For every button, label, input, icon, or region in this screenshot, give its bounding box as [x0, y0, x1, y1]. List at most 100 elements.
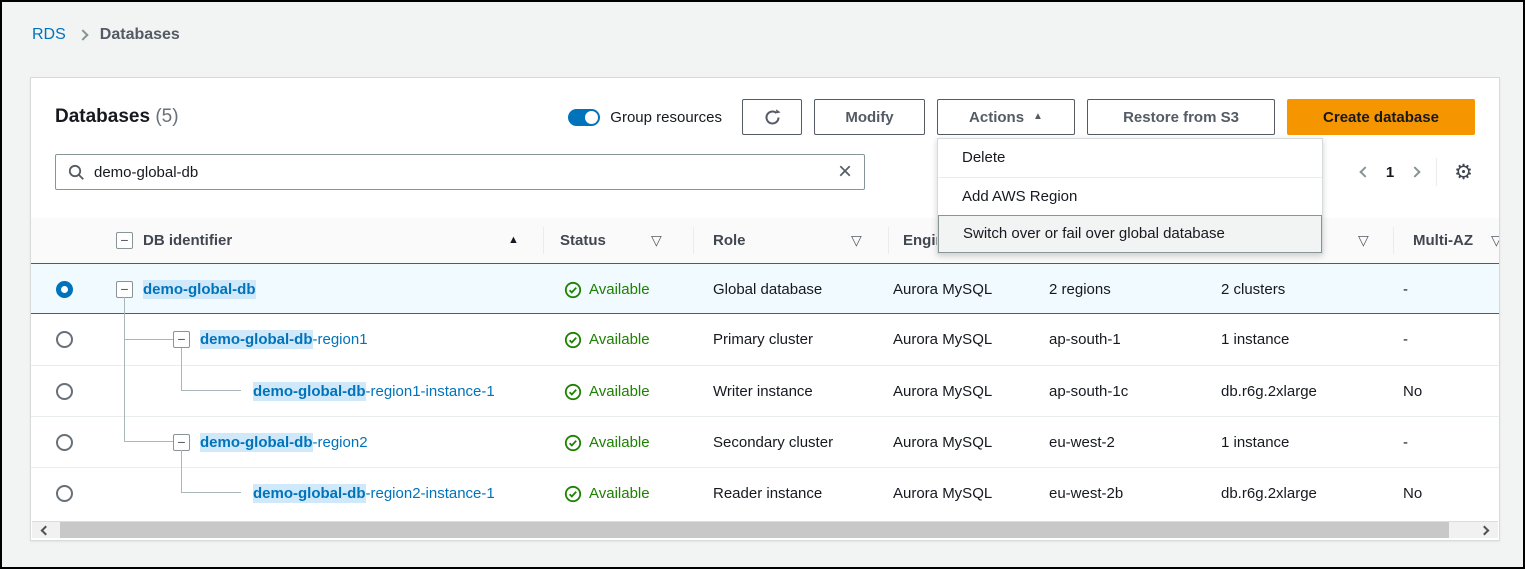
status-cell: Available — [564, 417, 650, 468]
sort-ascending-icon[interactable]: ▲ — [508, 218, 519, 263]
restore-from-s3-button[interactable]: Restore from S3 — [1087, 99, 1275, 135]
table-row: − demo-global-db Available Global databa… — [31, 263, 1499, 314]
row-radio-button[interactable] — [56, 383, 73, 400]
status-cell: Available — [564, 264, 650, 315]
page-title: Databases (5) — [55, 106, 179, 128]
status-text: Available — [589, 468, 650, 518]
engine-cell: Aurora MySQL — [893, 314, 992, 365]
scroll-left-button[interactable] — [32, 522, 59, 538]
available-check-icon — [564, 485, 582, 503]
column-divider — [693, 227, 694, 254]
role-filter-icon[interactable]: ▽ — [851, 218, 862, 263]
row-radio-button[interactable] — [56, 434, 73, 451]
scrollbar-thumb[interactable] — [60, 522, 1449, 538]
multi-az-cell: No — [1403, 468, 1422, 518]
pagination-divider — [1436, 158, 1437, 186]
breadcrumb-rds-link[interactable]: RDS — [32, 26, 66, 44]
region-cell: eu-west-2b — [1049, 468, 1123, 518]
refresh-icon — [763, 108, 782, 127]
available-check-icon — [564, 434, 582, 452]
engine-cell: Aurora MySQL — [893, 468, 992, 518]
pagination: 1 ⚙ — [1361, 154, 1473, 190]
status-text: Available — [589, 264, 650, 315]
region-filter-icon[interactable]: ▽ — [1358, 218, 1369, 263]
breadcrumb: RDS Databases — [32, 26, 180, 44]
search-match-highlight: demo-global-db — [253, 484, 366, 503]
role-cell: Primary cluster — [713, 314, 813, 365]
databases-table: − DB identifier ▲ Status ▽ Role ▽ Engine… — [31, 218, 1499, 518]
row-radio-button[interactable] — [56, 331, 73, 348]
size-cell: 1 instance — [1221, 314, 1289, 365]
row-radio-button[interactable] — [56, 485, 73, 502]
column-multi-az[interactable]: Multi-AZ — [1413, 218, 1473, 263]
horizontal-scrollbar — [32, 521, 1498, 538]
available-check-icon — [564, 383, 582, 401]
status-cell: Available — [564, 314, 650, 365]
column-db-identifier[interactable]: DB identifier — [143, 218, 232, 263]
group-resources-toggle[interactable] — [568, 109, 600, 126]
status-text: Available — [589, 366, 650, 417]
menu-item-switchover-failover[interactable]: Switch over or fail over global database — [938, 215, 1322, 253]
search-input[interactable] — [94, 164, 829, 181]
db-identifier-link[interactable]: demo-global-db-region1-instance-1 — [253, 366, 495, 417]
header-actions: Group resources Modify Actions ▲ Restore… — [568, 99, 1475, 135]
db-identifier-link[interactable]: demo-global-db — [143, 264, 256, 315]
table-row: − demo-global-db-region2 Available Secon… — [31, 416, 1499, 467]
region-cell: 2 regions — [1049, 264, 1111, 315]
db-identifier-suffix: -region2-instance-1 — [366, 485, 495, 502]
available-check-icon — [564, 281, 582, 299]
role-cell: Secondary cluster — [713, 417, 833, 468]
rds-console-screen: RDS Databases Databases (5) Group resour… — [0, 0, 1525, 569]
modify-button[interactable]: Modify — [814, 99, 925, 135]
row-radio-button[interactable] — [56, 281, 73, 298]
search-match-highlight: demo-global-db — [200, 433, 313, 452]
size-cell: 2 clusters — [1221, 264, 1285, 315]
engine-cell: Aurora MySQL — [893, 264, 992, 315]
search-match-highlight: demo-global-db — [253, 382, 366, 401]
table-row: demo-global-db-region1-instance-1 Availa… — [31, 365, 1499, 416]
actions-button[interactable]: Actions ▲ — [937, 99, 1075, 135]
db-identifier-link[interactable]: demo-global-db-region2 — [200, 417, 368, 468]
role-cell: Global database — [713, 264, 822, 315]
settings-gear-icon[interactable]: ⚙ — [1454, 162, 1473, 183]
collapse-all-toggle[interactable]: − — [116, 232, 133, 249]
scroll-right-icon — [1480, 525, 1490, 535]
menu-item-delete[interactable]: Delete — [938, 139, 1322, 177]
search-icon — [68, 164, 85, 181]
create-database-button[interactable]: Create database — [1287, 99, 1475, 135]
expand-toggle-icon[interactable]: − — [173, 331, 190, 348]
db-identifier-link[interactable]: demo-global-db-region2-instance-1 — [253, 468, 495, 518]
status-cell: Available — [564, 366, 650, 417]
toggle-knob — [585, 111, 598, 124]
status-filter-icon[interactable]: ▽ — [651, 218, 662, 263]
column-divider — [543, 227, 544, 254]
group-resources-label: Group resources — [610, 109, 722, 126]
expand-toggle-icon[interactable]: − — [173, 434, 190, 451]
status-text: Available — [589, 417, 650, 468]
breadcrumb-chevron-icon — [77, 29, 88, 40]
db-identifier-suffix: -region2 — [313, 434, 368, 451]
refresh-button[interactable] — [742, 99, 802, 135]
actions-button-label: Actions — [969, 109, 1024, 126]
clear-search-icon[interactable]: × — [838, 162, 852, 182]
previous-page-icon[interactable] — [1359, 166, 1370, 177]
column-divider — [888, 227, 889, 254]
role-cell: Reader instance — [713, 468, 822, 518]
multi-az-cell: - — [1403, 314, 1408, 365]
column-status[interactable]: Status — [560, 218, 606, 263]
db-identifier-link[interactable]: demo-global-db-region1 — [200, 314, 368, 365]
current-page[interactable]: 1 — [1386, 164, 1394, 181]
menu-item-add-aws-region[interactable]: Add AWS Region — [938, 177, 1322, 215]
scroll-left-icon — [41, 525, 51, 535]
column-role[interactable]: Role — [713, 218, 746, 263]
region-cell: ap-south-1 — [1049, 314, 1121, 365]
size-cell: db.r6g.2xlarge — [1221, 468, 1317, 518]
search-match-highlight: demo-global-db — [143, 280, 256, 299]
page-title-text: Databases — [55, 106, 150, 127]
multi-az-filter-icon[interactable]: ▽ — [1491, 218, 1499, 263]
next-page-icon[interactable] — [1410, 166, 1421, 177]
column-divider — [1393, 227, 1394, 254]
expand-toggle-icon[interactable]: − — [116, 281, 133, 298]
scroll-right-button[interactable] — [1471, 522, 1498, 538]
actions-dropdown-menu: Delete Add AWS Region Switch over or fai… — [937, 138, 1323, 254]
